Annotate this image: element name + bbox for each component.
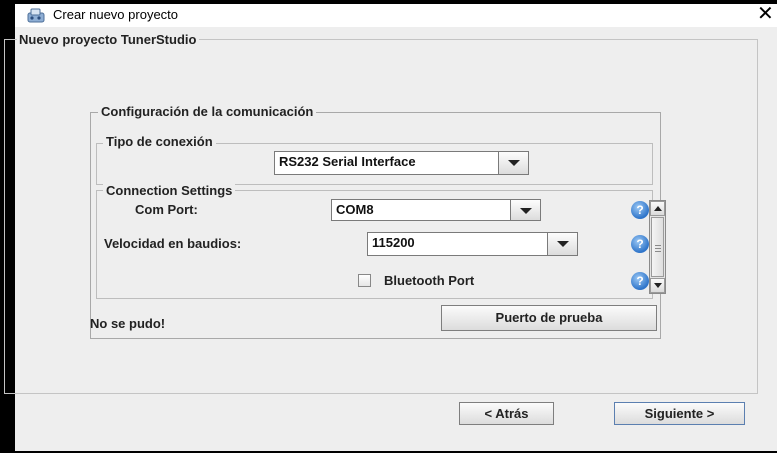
- baud-rate-value: 115200: [372, 235, 415, 250]
- chevron-down-icon[interactable]: [498, 152, 528, 174]
- project-app-icon: [27, 8, 45, 23]
- baud-rate-label: Velocidad en baudios:: [104, 236, 242, 251]
- test-port-button[interactable]: Puerto de prueba: [441, 305, 657, 331]
- com-port-value: COM8: [336, 202, 374, 217]
- communication-group-title: Configuración de la comunicación: [98, 104, 317, 119]
- title-bar[interactable]: Crear nuevo proyecto ✕: [15, 3, 777, 27]
- scroll-up-icon[interactable]: [650, 201, 665, 216]
- window-title: Crear nuevo proyecto: [53, 7, 179, 22]
- bluetooth-label[interactable]: Bluetooth Port: [384, 273, 474, 288]
- chevron-down-icon[interactable]: [510, 200, 540, 220]
- bluetooth-checkbox[interactable]: [358, 274, 371, 287]
- help-icon[interactable]: ?: [631, 235, 649, 253]
- help-icon[interactable]: ?: [631, 201, 649, 219]
- settings-scrollbar[interactable]: [649, 200, 666, 294]
- help-icon[interactable]: ?: [631, 272, 649, 290]
- status-message: No se pudo!: [90, 316, 166, 331]
- connection-type-value: RS232 Serial Interface: [279, 154, 416, 169]
- connection-type-title: Tipo de conexión: [103, 134, 216, 149]
- chevron-down-icon[interactable]: [547, 233, 577, 255]
- com-port-label: Com Port:: [135, 202, 198, 217]
- next-button[interactable]: Siguiente >: [614, 402, 745, 425]
- close-icon[interactable]: ✕: [757, 3, 774, 25]
- connection-type-select[interactable]: RS232 Serial Interface: [274, 151, 529, 175]
- scroll-down-icon[interactable]: [650, 278, 665, 293]
- connection-settings-title: Connection Settings: [103, 183, 236, 198]
- back-button[interactable]: < Atrás: [459, 402, 554, 425]
- scrollbar-thumb[interactable]: [651, 217, 664, 277]
- project-group-title: Nuevo proyecto TunerStudio: [17, 32, 200, 47]
- baud-rate-select[interactable]: 115200: [367, 232, 578, 256]
- com-port-select[interactable]: COM8: [331, 199, 541, 221]
